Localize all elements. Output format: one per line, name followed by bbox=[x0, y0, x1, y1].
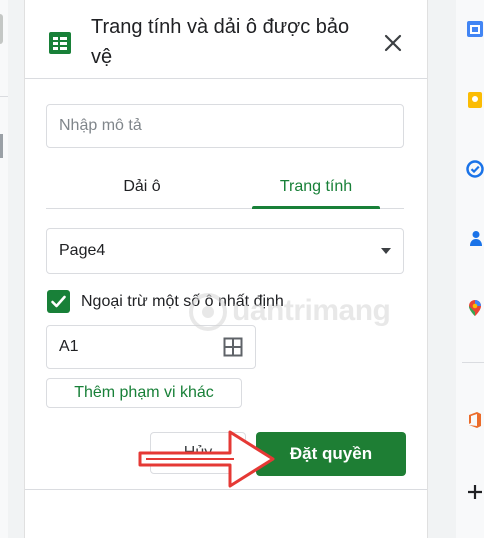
google-calendar-icon[interactable] bbox=[466, 20, 484, 38]
dropdown-caret-icon bbox=[381, 248, 391, 254]
google-tasks-icon[interactable] bbox=[466, 160, 484, 178]
close-icon[interactable] bbox=[382, 32, 404, 54]
panel-header: Trang tính và dải ô được bảo vệ bbox=[25, 0, 427, 79]
add-range-button[interactable]: Thêm phạm vi khác bbox=[46, 378, 242, 408]
grid-icon[interactable] bbox=[223, 337, 243, 357]
tab-sheet-label: Trang tính bbox=[279, 178, 353, 195]
sheet-select-value: Page4 bbox=[59, 242, 106, 259]
panel-title: Trang tính và dải ô được bảo vệ bbox=[91, 16, 350, 68]
edge-marker bbox=[0, 134, 3, 158]
protect-type-tabs: Dải ô Trang tính bbox=[46, 168, 404, 209]
edge-tab bbox=[0, 14, 3, 44]
description-input[interactable] bbox=[46, 104, 404, 148]
spreadsheet-edge bbox=[0, 0, 8, 538]
office-addon-icon[interactable] bbox=[466, 411, 484, 429]
panel-footer-divider bbox=[25, 489, 427, 490]
rail-divider bbox=[462, 362, 484, 363]
add-icon[interactable] bbox=[466, 483, 484, 501]
protected-ranges-panel: Trang tính và dải ô được bảo vệ Dải ô Tr… bbox=[24, 0, 428, 538]
tab-sheet[interactable]: Trang tính bbox=[252, 168, 380, 209]
tab-range[interactable]: Dải ô bbox=[86, 168, 198, 208]
google-keep-icon[interactable] bbox=[466, 91, 484, 109]
google-sheets-icon bbox=[49, 32, 71, 54]
except-cells-label: Ngoại trừ một số ô nhất định bbox=[81, 293, 284, 310]
checkmark-icon bbox=[51, 295, 66, 308]
edge-divider bbox=[0, 96, 8, 97]
except-range-value: A1 bbox=[59, 338, 79, 355]
active-tab-indicator bbox=[252, 206, 380, 209]
set-permissions-button[interactable]: Đặt quyền bbox=[256, 432, 406, 476]
except-cells-checkbox[interactable] bbox=[47, 290, 70, 313]
except-range-input[interactable]: A1 bbox=[46, 325, 256, 369]
google-maps-icon[interactable] bbox=[466, 299, 484, 317]
google-contacts-icon[interactable] bbox=[466, 229, 484, 247]
sheet-select-dropdown[interactable]: Page4 bbox=[46, 228, 404, 274]
cancel-button[interactable]: Hủy bbox=[150, 432, 246, 474]
side-panel-rail bbox=[456, 0, 484, 538]
